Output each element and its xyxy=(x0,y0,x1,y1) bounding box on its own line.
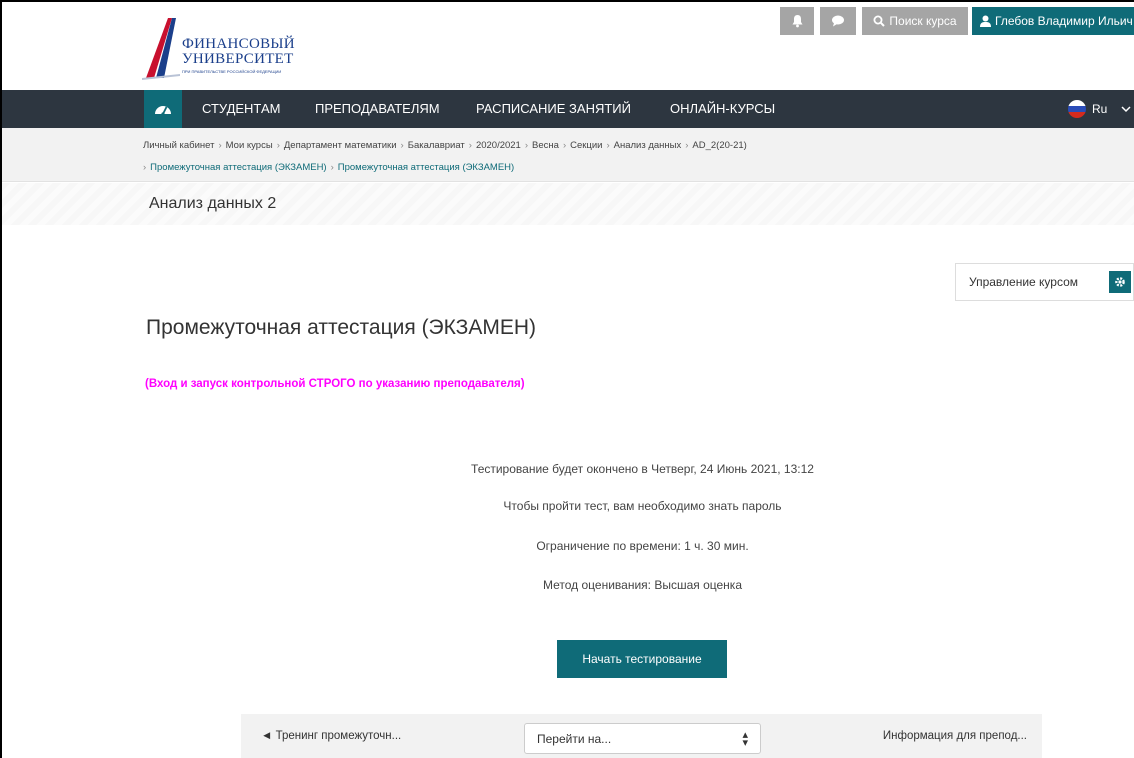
breadcrumb-item[interactable]: Секции xyxy=(570,140,602,151)
course-title: Анализ данных 2 xyxy=(149,195,277,212)
breadcrumb: Личный кабинет › Мои курсы › Департамент мат… xyxy=(2,128,1134,182)
jump-to-label: Перейти на... xyxy=(537,732,612,746)
jump-to-select[interactable]: Перейти на... ▴ ▾ xyxy=(524,723,761,754)
logo-line2: УНИВЕРСИТЕТ xyxy=(182,51,294,67)
start-attempt-button[interactable]: Начать тестирование xyxy=(557,640,727,678)
notifications-button[interactable] xyxy=(780,7,814,35)
quiz-time-limit: Ограничение по времени: 1 ч. 30 мин. xyxy=(536,539,749,553)
russian-flag-icon xyxy=(1068,100,1086,118)
select-arrows-icon: ▴ ▾ xyxy=(742,729,748,749)
search-icon xyxy=(873,15,886,27)
language-selector[interactable]: Ru xyxy=(1068,99,1131,119)
breadcrumb-line1: Личный кабинет › Мои курсы › Департамент мат… xyxy=(143,140,747,151)
quiz-password-note: Чтобы пройти тест, вам необходимо знать … xyxy=(503,499,782,513)
breadcrumb-item[interactable]: Промежуточная аттестация (ЭКЗАМЕН) xyxy=(150,162,326,173)
manage-course-button[interactable]: Управление курсом xyxy=(955,263,1134,301)
page-title: Промежуточная аттестация (ЭКЗАМЕН) xyxy=(146,316,536,339)
manage-course-label: Управление курсом xyxy=(969,275,1079,289)
dashboard-gauge-icon xyxy=(155,106,171,116)
messages-button[interactable] xyxy=(820,7,856,35)
breadcrumb-item[interactable]: Мои курсы xyxy=(226,140,273,151)
notice-text: (Вход и запуск контрольной СТРОГО по ука… xyxy=(145,378,525,390)
nav-item-teachers[interactable]: ПРЕПОДАВАТЕЛЯМ xyxy=(315,90,440,128)
previous-activity-link[interactable]: ◄ Тренинг промежуточн... xyxy=(261,714,401,758)
main-navigation: СТУДЕНТАМ ПРЕПОДАВАТЕЛЯМ РАСПИСАНИЕ ЗАНЯ… xyxy=(2,90,1134,128)
next-activity-link[interactable]: Информация для препод... xyxy=(883,714,1027,758)
quiz-grading-method: Метод оценивания: Высшая оценка xyxy=(542,578,742,592)
breadcrumb-item[interactable]: AD_2(20-21) xyxy=(692,140,746,151)
gear-icon[interactable] xyxy=(1109,271,1131,293)
user-name: Глебов Владимир Ильич xyxy=(995,14,1133,28)
activity-navigation: ◄ Тренинг промежуточн... Перейти на... ▴… xyxy=(241,714,1042,758)
bell-icon xyxy=(792,15,802,28)
dashboard-button[interactable] xyxy=(144,90,182,128)
breadcrumb-item[interactable]: Бакалавриат xyxy=(408,140,465,151)
course-search-button[interactable]: Поиск курса xyxy=(862,7,968,35)
site-header: ФИНАНСОВЫЙ УНИВЕРСИТЕТ ПРИ ПРАВИТЕЛЬСТВЕ… xyxy=(2,2,1134,90)
course-header-bar: Анализ данных 2 xyxy=(2,183,1134,225)
logo-subtitle: ПРИ ПРАВИТЕЛЬСТВЕ РОССИЙСКОЙ ФЕДЕРАЦИИ xyxy=(182,69,282,74)
breadcrumb-item[interactable]: Департамент математики xyxy=(284,140,397,151)
breadcrumb-line2: › Промежуточная аттестация (ЭКЗАМЕН) › Пром… xyxy=(143,162,515,173)
breadcrumb-item[interactable]: Промежуточная аттестация (ЭКЗАМЕН) xyxy=(338,162,514,173)
breadcrumb-item[interactable]: Личный кабинет xyxy=(143,140,214,151)
nav-item-schedule[interactable]: РАСПИСАНИЕ ЗАНЯТИЙ xyxy=(476,90,631,128)
chat-bubble-icon xyxy=(832,15,844,27)
language-label: Ru xyxy=(1092,102,1108,116)
logo-flag-icon xyxy=(142,18,180,80)
user-menu-button[interactable]: Глебов Владимир Ильич xyxy=(972,7,1134,35)
chevron-down-icon xyxy=(1121,106,1131,113)
university-logo[interactable]: ФИНАНСОВЫЙ УНИВЕРСИТЕТ ПРИ ПРАВИТЕЛЬСТВЕ… xyxy=(142,16,342,80)
course-search-label: Поиск курса xyxy=(889,14,957,28)
quiz-close-time: Тестирование будет окончено в Четверг, 2… xyxy=(471,462,814,476)
user-icon xyxy=(980,15,991,27)
breadcrumb-item[interactable]: Анализ данных xyxy=(614,140,682,151)
nav-item-online-courses[interactable]: ОНЛАЙН-КУРСЫ xyxy=(670,90,775,128)
breadcrumb-item[interactable]: 2020/2021 xyxy=(476,140,521,151)
gear-shape xyxy=(1115,277,1125,287)
breadcrumb-item[interactable]: Весна xyxy=(532,140,559,151)
nav-item-students[interactable]: СТУДЕНТАМ xyxy=(202,90,280,128)
